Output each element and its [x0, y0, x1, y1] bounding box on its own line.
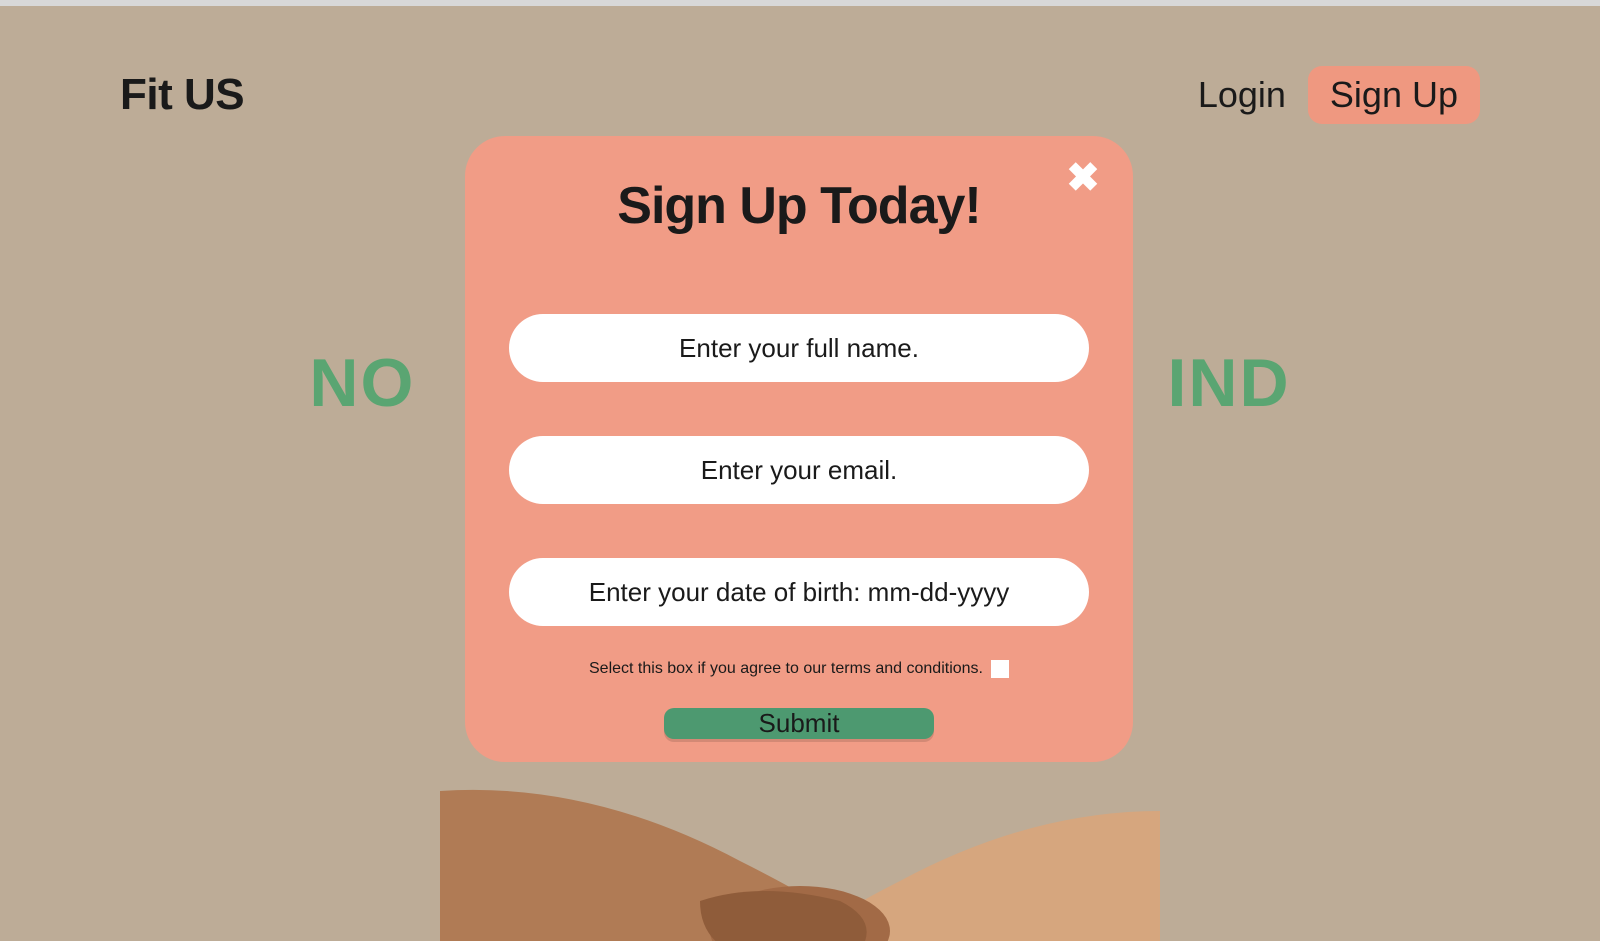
close-icon[interactable]: ✖ — [1063, 158, 1103, 198]
signup-form — [507, 314, 1091, 626]
email-input[interactable] — [509, 436, 1089, 504]
terms-checkbox[interactable] — [991, 660, 1009, 678]
hero-headline-right: IND — [1168, 345, 1291, 421]
fullname-input[interactable] — [509, 314, 1089, 382]
terms-row: Select this box if you agree to our term… — [589, 660, 1009, 678]
header: Fit US Login Sign Up — [0, 6, 1600, 124]
dob-input[interactable] — [509, 558, 1089, 626]
terms-label: Select this box if you agree to our term… — [589, 660, 983, 678]
signup-button[interactable]: Sign Up — [1308, 66, 1480, 124]
signup-modal: ✖ Sign Up Today! Select this box if you … — [465, 136, 1133, 762]
nav: Login Sign Up — [1198, 66, 1480, 124]
hero-headline-left: NO — [309, 345, 415, 421]
brand-title: Fit US — [120, 70, 244, 120]
modal-title: Sign Up Today! — [617, 176, 980, 236]
login-button[interactable]: Login — [1198, 74, 1286, 116]
page: Fit US Login Sign Up NO IND — [0, 6, 1600, 941]
submit-button[interactable]: Submit — [664, 708, 934, 739]
